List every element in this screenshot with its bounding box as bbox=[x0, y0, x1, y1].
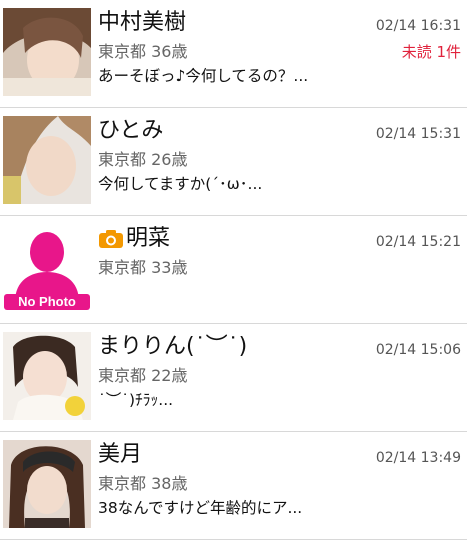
message-preview: ˙︶˙)ﾁﾗｯ... bbox=[98, 391, 174, 409]
sender-name: 中村美樹 bbox=[98, 10, 187, 35]
list-item[interactable]: 美月 東京都 38歳 38なんですけど年齢的にア... 02/14 13:49 bbox=[0, 432, 467, 540]
avatar bbox=[3, 8, 91, 96]
message-timestamp: 02/14 15:31 bbox=[375, 126, 461, 142]
message-preview: 38なんですけど年齢的にア... bbox=[98, 499, 303, 517]
no-photo-avatar: No Photo bbox=[3, 224, 91, 312]
sender-name: 美月 bbox=[98, 442, 143, 467]
message-timestamp: 02/14 15:21 bbox=[375, 234, 461, 250]
list-item[interactable]: No Photo 明菜 東京都 33歳 02/14 15:21 bbox=[0, 216, 467, 324]
sender-location-age: 東京都 26歳 bbox=[98, 150, 188, 169]
list-item[interactable]: ひとみ 東京都 26歳 今何してますか(´･ω･... 02/14 15:31 bbox=[0, 108, 467, 216]
list-item[interactable]: まりりん(˙︶˙) 東京都 22歳 ˙︶˙)ﾁﾗｯ... 02/14 15:06 bbox=[0, 324, 467, 432]
sender-location-age: 東京都 22歳 bbox=[98, 366, 188, 385]
sender-location-age: 東京都 33歳 bbox=[98, 258, 188, 277]
message-timestamp: 02/14 13:49 bbox=[375, 450, 461, 466]
unread-count-badge: 未読 1件 bbox=[401, 43, 461, 61]
list-item[interactable]: 中村美樹 東京都 36歳 あーそぼっ♪今何してるの？... 02/14 16:3… bbox=[0, 0, 467, 108]
sender-name: ひとみ bbox=[98, 118, 164, 143]
message-timestamp: 02/14 16:31 bbox=[375, 18, 461, 34]
message-list: 中村美樹 東京都 36歳 あーそぼっ♪今何してるの？... 02/14 16:3… bbox=[0, 0, 467, 540]
avatar bbox=[3, 440, 91, 528]
no-photo-label: No Photo bbox=[18, 294, 76, 309]
camera-icon bbox=[98, 229, 124, 249]
avatar bbox=[3, 116, 91, 204]
sender-name: 明菜 bbox=[98, 224, 170, 254]
sender-location-age: 東京都 38歳 bbox=[98, 474, 188, 493]
avatar bbox=[3, 332, 91, 420]
message-timestamp: 02/14 15:06 bbox=[375, 342, 461, 358]
message-preview: あーそぼっ♪今何してるの？... bbox=[98, 67, 309, 85]
message-preview: 今何してますか(´･ω･... bbox=[98, 175, 263, 193]
sender-location-age: 東京都 36歳 bbox=[98, 42, 188, 61]
sender-name: まりりん(˙︶˙) bbox=[98, 334, 248, 359]
